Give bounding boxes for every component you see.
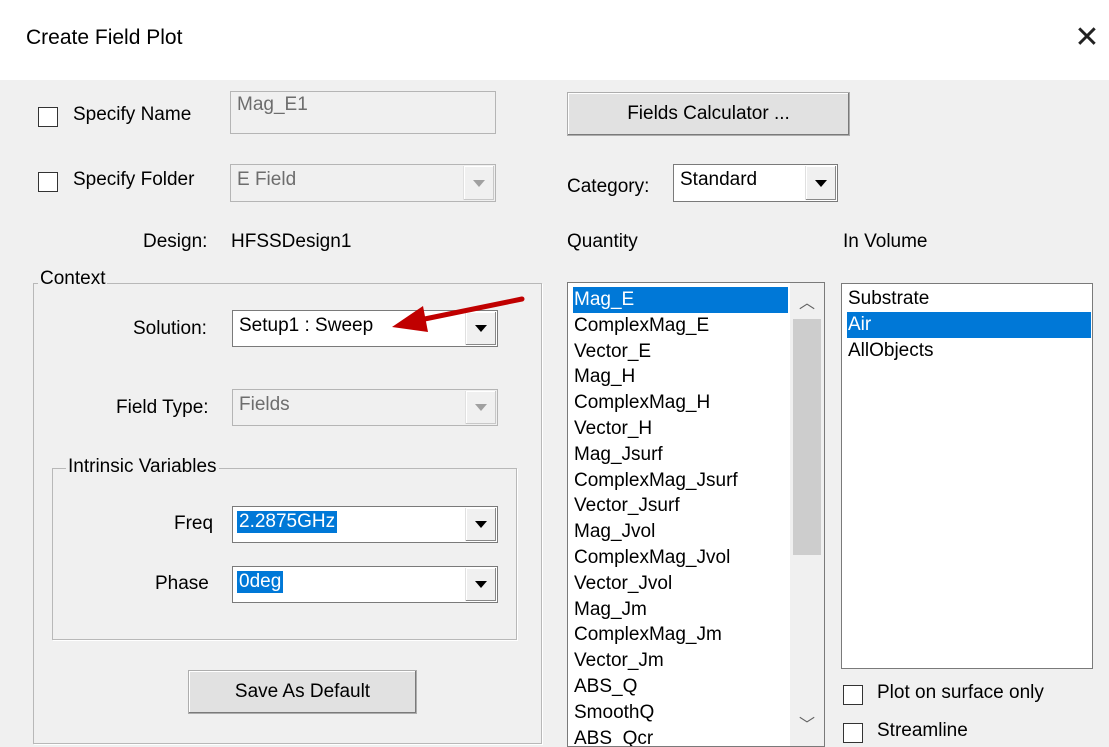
name-input[interactable]: Mag_E1 [230, 91, 496, 134]
freq-select[interactable]: 2.2875GHz [232, 506, 498, 543]
streamline-checkbox[interactable] [843, 723, 863, 743]
list-item[interactable]: Mag_H [574, 364, 788, 390]
list-item[interactable]: Mag_E [573, 287, 788, 313]
phase-value[interactable]: 0deg [237, 571, 284, 593]
specify-folder-label: Specify Folder [73, 169, 195, 190]
in-volume-label: In Volume [843, 231, 928, 252]
specify-folder-checkbox[interactable] [38, 172, 58, 192]
phase-label: Phase [155, 573, 209, 594]
list-item[interactable]: ComplexMag_H [574, 390, 788, 416]
solution-dropdown-button[interactable] [465, 312, 496, 345]
phase-dropdown-button[interactable] [465, 568, 496, 601]
field-type-label: Field Type: [116, 397, 209, 418]
field-type-dropdown-button[interactable] [465, 391, 496, 424]
scrollbar-thumb[interactable] [793, 319, 821, 555]
folder-select[interactable]: E Field [230, 164, 496, 202]
category-value: Standard [680, 169, 758, 190]
design-value: HFSSDesign1 [231, 231, 352, 252]
specify-name-label: Specify Name [73, 104, 192, 125]
chevron-down-icon [475, 325, 487, 332]
folder-dropdown-button[interactable] [463, 166, 494, 200]
scroll-down-icon[interactable]: ﹀ [790, 711, 824, 735]
list-item[interactable]: Mag_Jvol [574, 519, 788, 545]
close-icon[interactable]: ✕ [1068, 18, 1106, 58]
list-item[interactable]: Vector_H [574, 416, 788, 442]
phase-select[interactable]: 0deg [232, 566, 498, 603]
list-item[interactable]: Vector_Jm [574, 648, 788, 674]
list-item[interactable]: ComplexMag_Jsurf [574, 468, 788, 494]
list-item[interactable]: Air [847, 312, 1091, 338]
quantity-scrollbar[interactable]: ︿ ﹀ [790, 283, 824, 746]
plot-surface-only-checkbox[interactable] [843, 685, 863, 705]
freq-dropdown-button[interactable] [465, 508, 496, 541]
freq-value[interactable]: 2.2875GHz [237, 511, 338, 533]
design-label: Design: [143, 231, 208, 252]
list-item[interactable]: Mag_Jsurf [574, 442, 788, 468]
quantity-list[interactable]: Mag_E ComplexMag_E Vector_E Mag_H ComplexMag… [567, 282, 825, 747]
chevron-down-icon [475, 404, 487, 411]
field-type-select[interactable]: Fields [232, 389, 498, 426]
list-item[interactable]: Vector_Jvol [574, 571, 788, 597]
folder-value: E Field [237, 169, 297, 190]
freq-label: Freq [174, 513, 214, 534]
intrinsic-variables-group [52, 468, 517, 640]
list-item[interactable]: ComplexMag_Jvol [574, 545, 788, 571]
list-item[interactable]: ABS_Q [574, 674, 788, 700]
chevron-down-icon [815, 179, 827, 187]
chevron-down-icon [473, 179, 485, 187]
specify-name-checkbox[interactable] [38, 107, 58, 127]
list-item[interactable]: Mag_Jm [574, 597, 788, 623]
solution-select[interactable]: Setup1 : Sweep [232, 310, 498, 347]
save-as-default-button[interactable]: Save As Default [188, 670, 417, 714]
chevron-down-icon [475, 521, 487, 528]
in-volume-list[interactable]: Substrate Air AllObjects [841, 283, 1093, 669]
list-item[interactable]: AllObjects [848, 338, 1091, 364]
list-item[interactable]: Substrate [848, 286, 1091, 312]
category-select[interactable]: Standard [673, 164, 838, 202]
list-item[interactable]: Vector_Jsurf [574, 493, 788, 519]
window-title: Create Field Plot [26, 26, 183, 49]
solution-value: Setup1 : Sweep [239, 315, 374, 336]
quantity-label: Quantity [567, 231, 638, 252]
chevron-down-icon [475, 581, 487, 588]
scroll-up-icon[interactable]: ︿ [790, 289, 824, 313]
solution-label: Solution: [133, 318, 207, 339]
list-item[interactable]: ComplexMag_Jm [574, 622, 788, 648]
plot-surface-only-label: Plot on surface only [877, 682, 1044, 703]
intrinsic-variables-label: Intrinsic Variables [66, 456, 219, 478]
list-item[interactable]: SmoothQ [574, 700, 788, 726]
context-label: Context [38, 268, 108, 290]
list-item[interactable]: ComplexMag_E [574, 313, 788, 339]
list-item[interactable]: ABS_Qcr [574, 726, 788, 746]
category-label: Category: [567, 176, 650, 197]
field-type-value: Fields [239, 394, 290, 415]
category-dropdown-button[interactable] [805, 166, 836, 200]
fields-calculator-button[interactable]: Fields Calculator ... [567, 92, 850, 136]
streamline-label: Streamline [877, 720, 968, 741]
list-item[interactable]: Vector_E [574, 339, 788, 365]
